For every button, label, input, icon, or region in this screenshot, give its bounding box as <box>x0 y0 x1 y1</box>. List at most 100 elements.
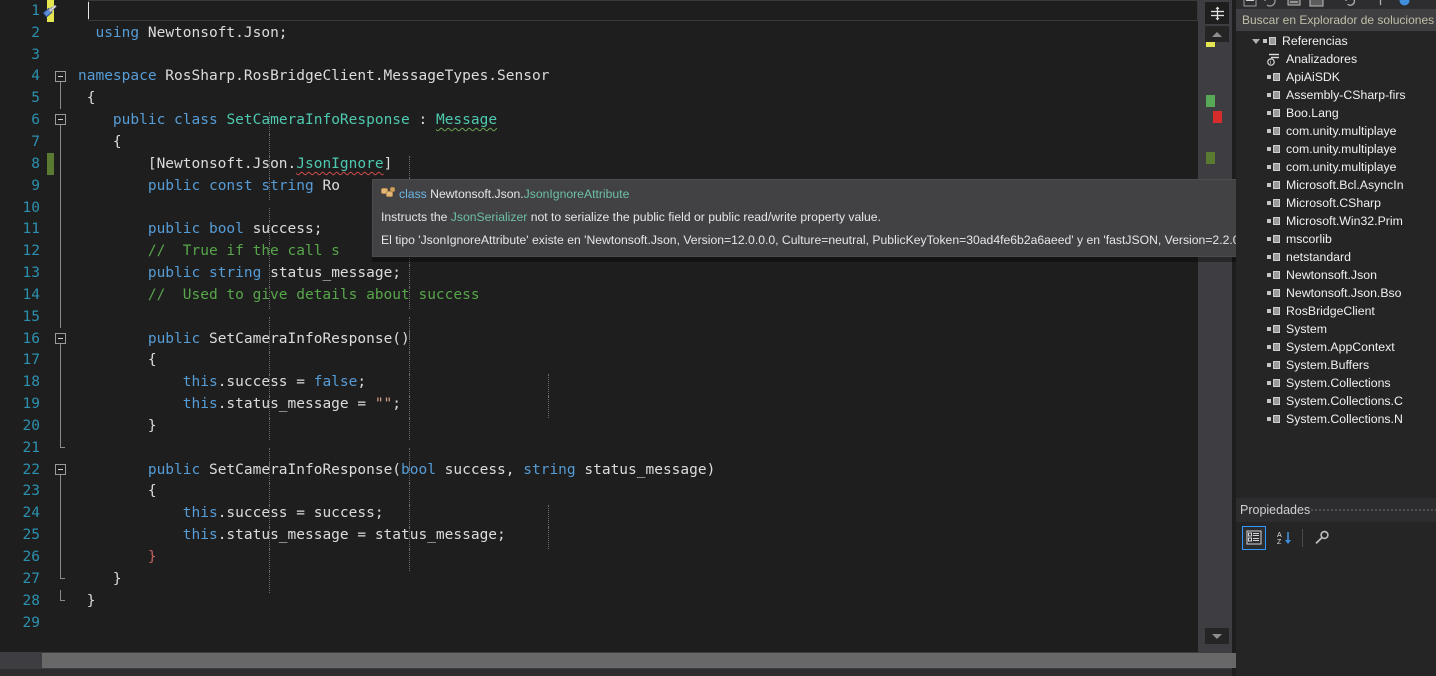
tree-item-newtonsoft-json-bso[interactable]: Newtonsoft.Json.Bso <box>1236 284 1436 302</box>
tree-item-system-buffers[interactable]: System.Buffers <box>1236 356 1436 374</box>
code-text[interactable]: this.status_message = ""; <box>72 396 549 418</box>
solution-explorer-tree[interactable]: Referencias i Analizadores ApiAiSDK Assembly… <box>1236 32 1436 498</box>
fold-column[interactable] <box>54 393 72 416</box>
code-line[interactable]: 2 using Newtonsoft.Json; <box>0 22 1198 44</box>
scroll-up-arrow-icon[interactable] <box>1205 26 1229 42</box>
code-line[interactable]: 3 <box>0 44 1198 66</box>
code-line[interactable]: 5 { <box>0 87 1198 110</box>
code-line[interactable]: 19 this.status_message = ""; <box>0 393 1198 418</box>
tree-item-system-collections[interactable]: System.Collections <box>1236 374 1436 392</box>
code-text[interactable]: } <box>72 417 410 440</box>
fold-column[interactable] <box>54 436 72 459</box>
fold-column[interactable] <box>54 66 72 88</box>
code-text[interactable]: // Used to give details about success <box>72 286 480 309</box>
tree-item-rosbridgeclient[interactable]: RosBridgeClient <box>1236 302 1436 320</box>
split-view-icon[interactable] <box>1205 2 1229 24</box>
show-all-files-icon[interactable] <box>1308 0 1325 8</box>
code-text[interactable]: this.status_message = status_message; <box>72 527 549 550</box>
tree-item-system-collections-n[interactable]: System.Collections.N <box>1236 410 1436 428</box>
code-text[interactable]: using Newtonsoft.Json; <box>72 25 287 41</box>
solution-explorer-toolbar[interactable] <box>1236 0 1436 9</box>
properties-toolbar[interactable]: A Z <box>1236 522 1436 554</box>
tree-item-system-collections-c[interactable]: System.Collections.C <box>1236 392 1436 410</box>
code-text[interactable]: { <box>72 483 410 506</box>
fold-column[interactable] <box>54 459 72 481</box>
tree-root-referencias[interactable]: Referencias <box>1236 32 1436 50</box>
fold-column[interactable] <box>54 262 72 284</box>
tree-item-analizadores[interactable]: i Analizadores <box>1236 50 1436 68</box>
code-line[interactable]: 23 { <box>0 480 1198 506</box>
fold-column[interactable] <box>54 87 72 110</box>
code-line[interactable]: 28 } <box>0 589 1198 612</box>
fold-collapse-icon[interactable] <box>55 70 66 82</box>
code-line[interactable]: 13 public string status_message; <box>0 262 1198 287</box>
scroll-down-arrow-icon[interactable] <box>1205 628 1229 644</box>
search-input[interactable]: Buscar en Explorador de soluciones ( <box>1236 9 1436 31</box>
fold-collapse-icon[interactable] <box>55 114 66 126</box>
code-text[interactable]: { <box>72 133 271 156</box>
code-line[interactable]: 29 <box>0 612 1198 634</box>
code-text[interactable]: } <box>72 593 96 609</box>
code-line[interactable]: 27 } <box>0 567 1198 593</box>
screwdriver-icon[interactable] <box>40 2 60 19</box>
code-text[interactable]: public string status_message; <box>72 265 410 287</box>
fold-column[interactable] <box>54 44 72 66</box>
refresh-icon[interactable] <box>1342 0 1359 8</box>
code-line[interactable]: 4 namespace RosSharp.RosBridgeClient.Mess… <box>0 66 1198 88</box>
code-text[interactable]: namespace RosSharp.RosBridgeClient.Messa… <box>72 68 549 84</box>
fold-column[interactable] <box>54 131 72 153</box>
code-text[interactable]: [Newtonsoft.Json.JsonIgnore] <box>72 155 410 178</box>
fold-column[interactable] <box>54 305 72 328</box>
code-text[interactable]: public SetCameraInfoResponse(bool succes… <box>72 461 715 484</box>
code-text[interactable]: } <box>72 549 410 571</box>
code-text[interactable]: { <box>72 90 96 106</box>
fold-column[interactable] <box>54 371 72 394</box>
tree-item-mscorlib[interactable]: mscorlib <box>1236 230 1436 248</box>
tree-item-microsoft-win32-prim[interactable]: Microsoft.Win32.Prim <box>1236 212 1436 230</box>
fold-column[interactable] <box>54 22 72 44</box>
code-line[interactable]: 16 public SetCameraInfoResponse() <box>0 328 1198 353</box>
code-text[interactable]: { <box>72 352 410 375</box>
fold-column[interactable] <box>54 152 72 175</box>
hscrollbar-thumb[interactable] <box>42 653 1282 668</box>
code-editor[interactable]: 12 using Newtonsoft.Json; 3 4 namespace Ros… <box>0 0 1282 676</box>
fold-column[interactable] <box>54 196 72 219</box>
fold-column[interactable] <box>54 612 72 634</box>
code-line[interactable]: 17 { <box>0 349 1198 375</box>
search-scope-icon[interactable] <box>1396 0 1413 8</box>
code-text[interactable]: this.success = success; <box>72 505 549 528</box>
tree-item-com-unity-multiplaye[interactable]: com.unity.multiplaye <box>1236 158 1436 176</box>
code-line[interactable]: 6 public class SetCameraInfoResponse : M… <box>0 109 1198 134</box>
code-line[interactable]: 18 this.success = false; <box>0 371 1198 397</box>
fold-column[interactable] <box>54 502 72 525</box>
tree-item-com-unity-multiplaye[interactable]: com.unity.multiplaye <box>1236 122 1436 140</box>
code-line[interactable]: 14 // Used to give details about success <box>0 283 1198 309</box>
code-text[interactable]: public SetCameraInfoResponse() <box>72 330 410 353</box>
fold-column[interactable] <box>54 218 72 241</box>
fold-column[interactable] <box>54 328 72 350</box>
tree-item-com-unity-multiplaye[interactable]: com.unity.multiplaye <box>1236 140 1436 158</box>
fold-column[interactable] <box>54 589 72 612</box>
fold-column[interactable] <box>54 109 72 132</box>
categorized-icon[interactable] <box>1242 526 1266 550</box>
properties-window-icon[interactable] <box>1286 0 1303 8</box>
fold-column[interactable] <box>54 546 72 568</box>
code-text[interactable]: // True if the call s <box>72 243 410 266</box>
tree-item-assembly-csharp-firs[interactable]: Assembly-CSharp-firs <box>1236 86 1436 104</box>
fold-column[interactable] <box>54 480 72 503</box>
tree-item-microsoft-bcl-asyncin[interactable]: Microsoft.Bcl.AsyncIn <box>1236 176 1436 194</box>
fold-column[interactable] <box>54 567 72 590</box>
fold-column[interactable] <box>54 283 72 306</box>
code-text[interactable]: this.success = false; <box>72 374 549 397</box>
code-text[interactable]: public const string Ro <box>72 177 410 200</box>
tree-item-boo-lang[interactable]: Boo.Lang <box>1236 104 1436 122</box>
tree-item-microsoft-csharp[interactable]: Microsoft.CSharp <box>1236 194 1436 212</box>
code-line[interactable]: 7 { <box>0 131 1198 156</box>
tree-item-newtonsoft-json[interactable]: Newtonsoft.Json <box>1236 266 1436 284</box>
code-text[interactable]: public bool success; <box>72 221 410 244</box>
code-line[interactable]: 24 this.success = success; <box>0 502 1198 528</box>
tree-item-system-appcontext[interactable]: System.AppContext <box>1236 338 1436 356</box>
chevron-down-icon[interactable] <box>1250 38 1262 44</box>
sync-with-editor-icon[interactable] <box>1262 0 1279 8</box>
alphabetical-sort-icon[interactable]: A Z <box>1272 526 1296 550</box>
